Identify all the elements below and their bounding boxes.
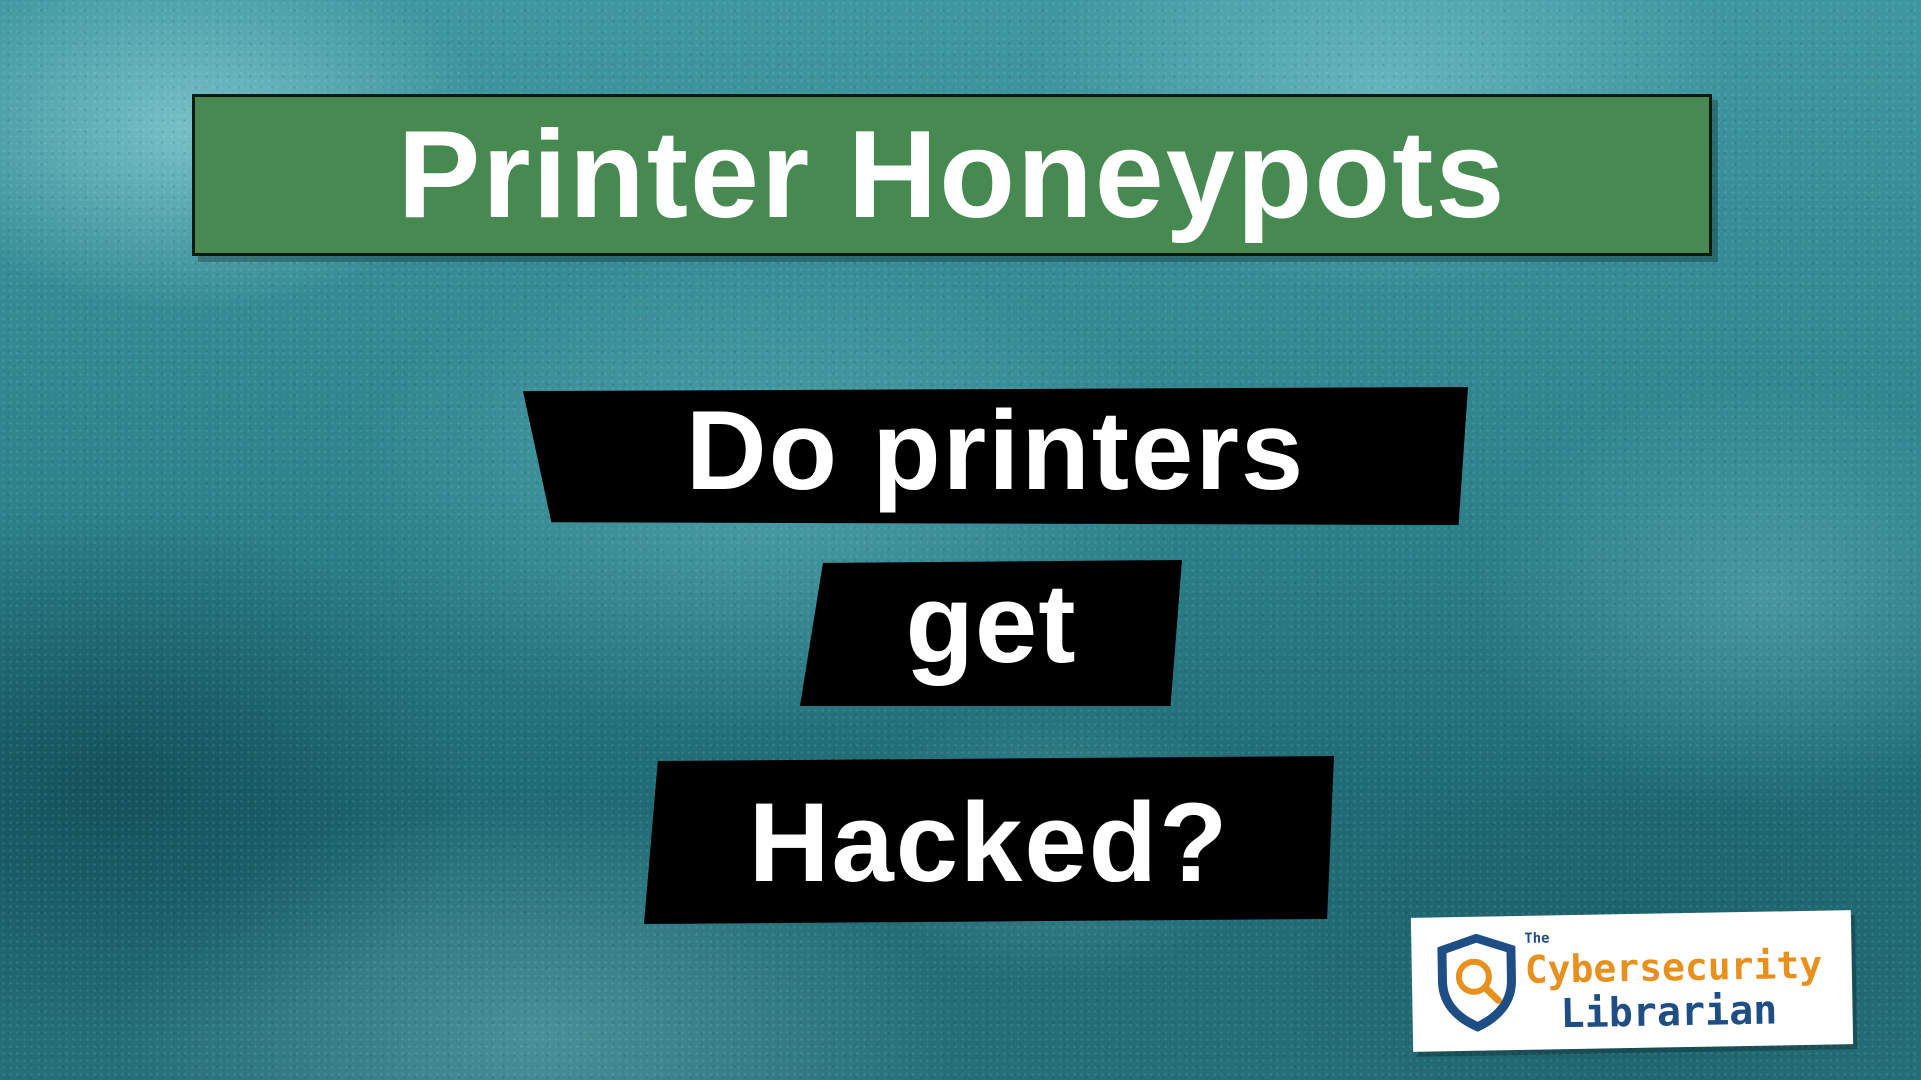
title-text: Printer Honeypots (397, 106, 1507, 244)
question-line-2: get (905, 561, 1077, 686)
logo-the: The (1524, 930, 1550, 947)
logo-card: The Cybersecurity Librarian (1410, 910, 1854, 1052)
logo-librarian: Librarian (1560, 987, 1778, 1038)
logo-cybersecurity: Cybersecurity (1524, 942, 1823, 992)
shield-magnifier-icon (1437, 933, 1516, 1032)
question-line-1: Do printers (685, 388, 1306, 513)
question-line-3: Hacked? (748, 780, 1230, 905)
title-banner: Printer Honeypots (192, 94, 1712, 256)
